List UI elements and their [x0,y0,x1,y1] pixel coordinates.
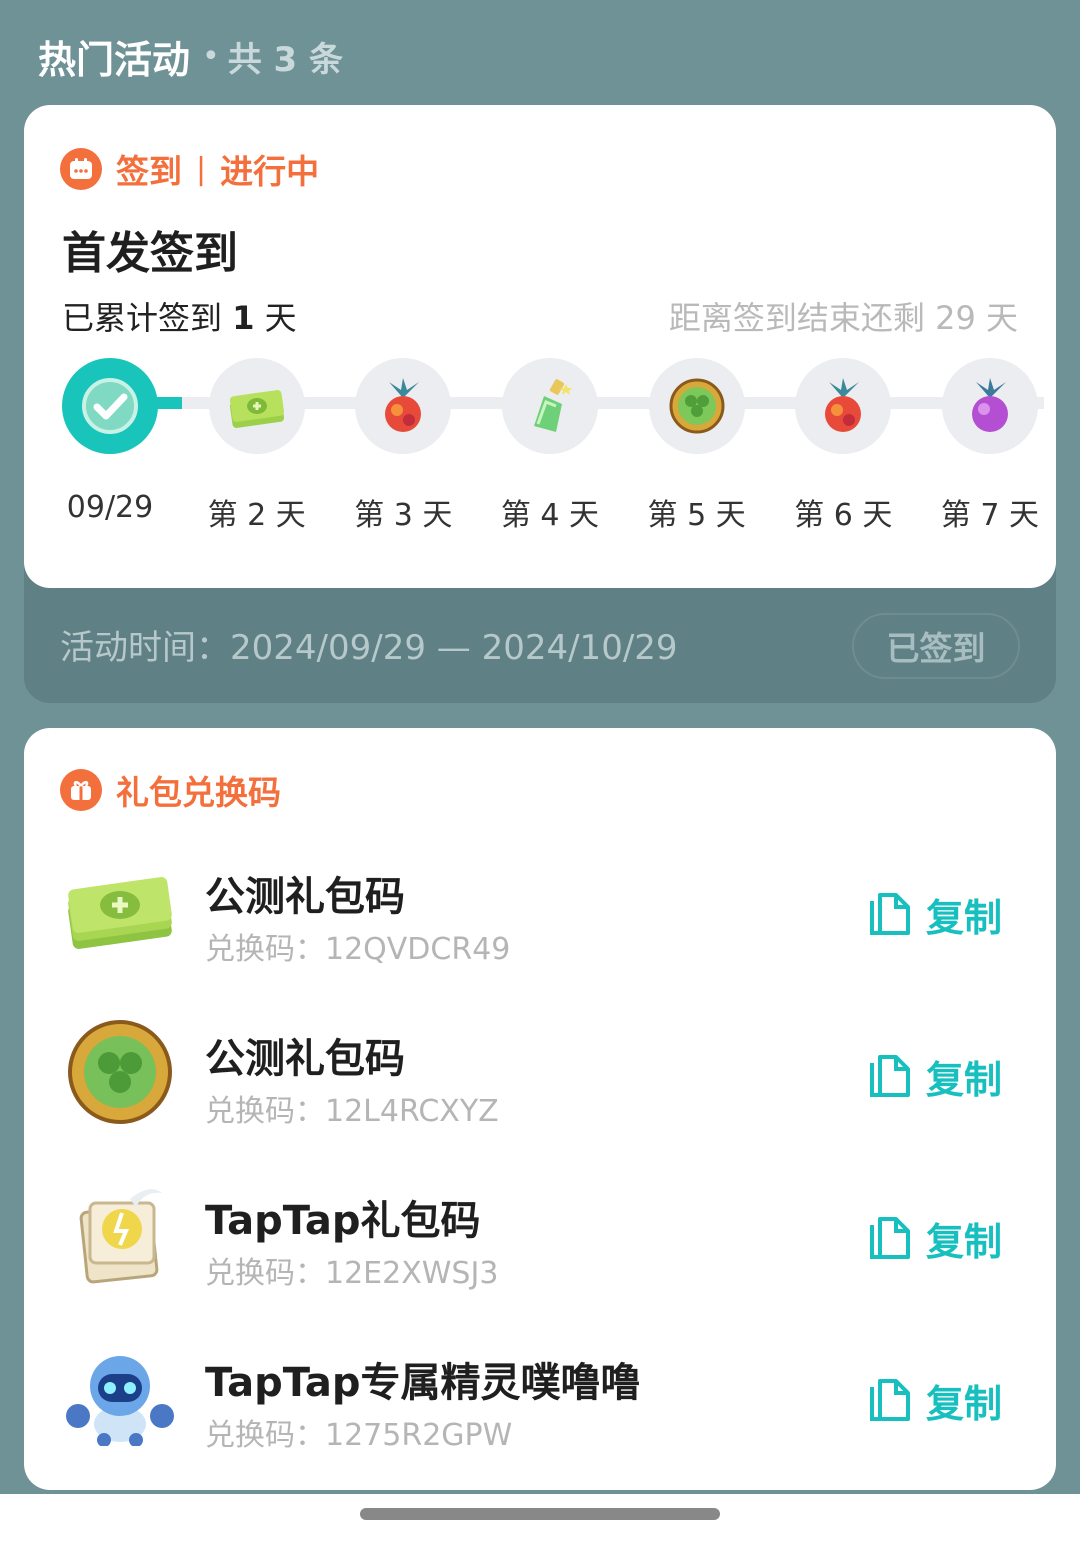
signin-card-body: 签到 | 进行中 首发签到 已累计签到 1 天 距离签到结束还剩 29 天 09… [24,105,1056,588]
gift-name: 公测礼包码 [205,1036,405,1082]
copy-label: 复制 [925,1057,1002,1102]
home-indicator[interactable] [360,1508,720,1520]
signin-category: 签到 [116,152,182,191]
clover-coin-icon [648,358,745,454]
berry-icon [355,358,452,454]
gift-code: 兑换码：12QVDCR49 [205,932,511,967]
robot-sprite-icon [60,1336,180,1456]
signed-button[interactable]: 已签到 [852,613,1020,679]
signin-status: 进行中 [220,152,320,191]
copy-label: 复制 [925,895,1002,940]
berry-icon [795,358,892,454]
clover-coin-icon [60,1012,180,1132]
gift-name: TapTap专属精灵噗噜噜 [205,1360,641,1406]
gift-item: TapTap礼包码 兑换码：12E2XWSJ3 复制 [60,1174,1020,1324]
gift-code: 兑换码：12L4RCXYZ [205,1094,499,1129]
copy-icon [869,1379,910,1421]
day-label: 第 6 天 [794,498,893,533]
day-2[interactable]: 第 2 天 [207,358,307,538]
copy-icon [869,1055,910,1097]
day-label: 第 2 天 [207,498,306,533]
gift-item: TapTap专属精灵噗噜噜 兑换码：1275R2GPW 复制 [60,1336,1020,1486]
copy-label: 复制 [925,1219,1002,1264]
gift-code-card: 礼包兑换码 公测礼包码 兑换码：12QVDCR49 复制 公测礼包码 兑换码：1… [24,728,1056,1490]
signin-progress: 已累计签到 1 天 [62,293,297,339]
copy-icon [869,1217,910,1259]
signin-title: 首发签到 [62,228,238,279]
progress-suffix: 天 [264,299,297,337]
check-icon [62,358,158,454]
gift-code: 兑换码：12E2XWSJ3 [205,1256,499,1291]
header-separator: • [202,38,220,74]
signin-days: 09/29 第 2 天 第 3 天 第 4 天 第 5 天 第 6 天 第 7 … [60,358,1040,538]
day-label: 第 3 天 [354,498,453,533]
day-7[interactable]: 第 7 天 [940,358,1040,538]
cash-stack-icon [208,358,305,454]
day-1[interactable]: 09/29 [60,358,160,538]
gift-header: 礼包兑换码 [60,768,281,812]
gift-title: 礼包兑换码 [116,773,281,812]
day-label: 09/29 [66,490,154,525]
gift-name: 公测礼包码 [205,874,405,920]
day-4[interactable]: 第 4 天 [500,358,600,538]
day-label: 第 4 天 [500,498,600,533]
remaining-days: 距离签到结束还剩 29 天 [668,299,1018,337]
page: 热门活动 • 共 3 条 签到 | 进行中 首发签到 已累计签到 1 天 距离签… [0,0,1080,1542]
progress-days: 1 [232,299,255,337]
copy-button[interactable]: 复制 [868,1210,1002,1266]
gift-box-icon [60,769,102,811]
day-label: 第 5 天 [647,498,746,533]
cash-stack-icon [60,850,180,970]
activity-time: 活动时间：2024/09/29 — 2024/10/29 [60,628,678,668]
signin-activity-card[interactable]: 签到 | 进行中 首发签到 已累计签到 1 天 距离签到结束还剩 29 天 09… [24,105,1056,703]
gift-item: 公测礼包码 兑换码：12L4RCXYZ 复制 [60,1012,1020,1162]
tag-separator: | [196,151,207,187]
activity-count: 共 3 条 [227,39,344,80]
copy-button[interactable]: 复制 [868,886,1002,942]
purple-berry-icon [941,358,1038,454]
signin-tagline: 签到 | 进行中 [60,147,319,191]
section-header: 热门活动 • 共 3 条 [38,30,343,82]
calendar-icon [60,148,102,190]
copy-icon [869,893,910,935]
progress-prefix: 已累计签到 [62,299,223,337]
potion-bottle-icon [501,358,598,454]
copy-button[interactable]: 复制 [868,1372,1002,1428]
scroll-book-icon [60,1174,180,1294]
section-title: 热门活动 [38,37,191,82]
day-label: 第 7 天 [940,498,1040,533]
copy-button[interactable]: 复制 [868,1048,1002,1104]
gift-item: 公测礼包码 兑换码：12QVDCR49 复制 [60,850,1020,1000]
copy-label: 复制 [925,1381,1002,1426]
day-5[interactable]: 第 5 天 [647,358,747,538]
gift-name: TapTap礼包码 [205,1198,481,1244]
day-6[interactable]: 第 6 天 [793,358,893,538]
gift-code: 兑换码：1275R2GPW [205,1418,513,1453]
day-3[interactable]: 第 3 天 [353,358,453,538]
